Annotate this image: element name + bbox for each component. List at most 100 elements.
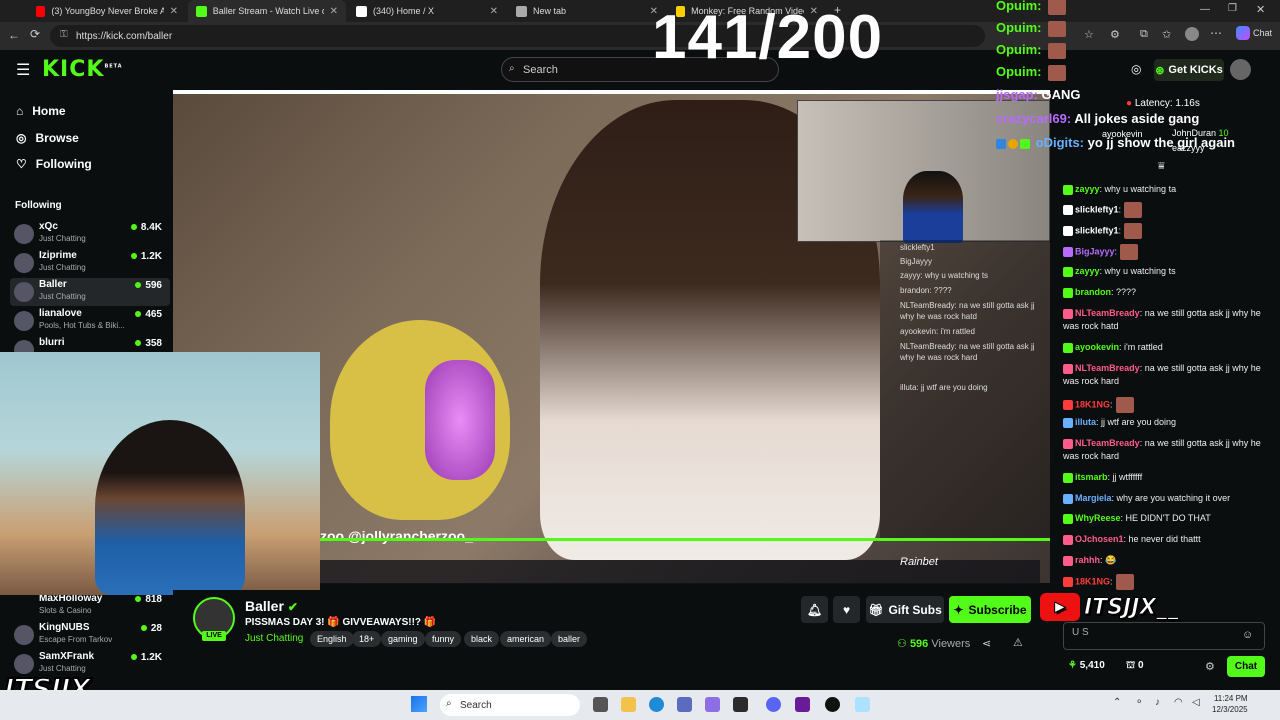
browser-tab[interactable]: (3) YoungBoy Never Broke Again ✕ <box>28 0 186 22</box>
tag[interactable]: american <box>500 631 552 647</box>
chat-username[interactable]: OJchosen1 <box>1075 534 1124 544</box>
chat-username[interactable]: 18K1NG <box>1075 576 1110 586</box>
chat-filter-icon[interactable]: ⩸ <box>1158 160 1165 173</box>
chat-message[interactable]: Margiela: why are you watching it over <box>1063 493 1230 504</box>
profile-avatar[interactable] <box>1185 27 1199 41</box>
gift-subs-button[interactable]: 🎁︎ Gift Subs <box>866 596 944 623</box>
chat-message[interactable]: NLTeamBready: na we still gotta ask jj w… <box>1063 437 1263 463</box>
copilot-icon[interactable] <box>1236 26 1250 40</box>
share-icon[interactable]: ⋖ <box>982 637 991 650</box>
collections-icon[interactable]: ⧉ <box>1140 28 1148 41</box>
chat-message[interactable]: OJchosen1: he never did thattt <box>1063 534 1201 545</box>
channel-name-row[interactable]: Baller ✔ <box>245 598 298 614</box>
tray-overflow-icon[interactable]: ⌃ <box>1113 697 1121 708</box>
app-icon[interactable] <box>733 697 748 712</box>
following-channel[interactable]: blurri 358 <box>10 336 170 352</box>
chat-username[interactable]: brandon <box>1075 287 1111 297</box>
browser-tab[interactable]: Baller Stream - Watch Live o ✕ <box>188 0 346 22</box>
following-channel[interactable]: KingNUBS Escape From Tarkov 28 <box>10 621 170 649</box>
chat-message[interactable]: WhyReese: HE DIDN'T DO THAT <box>1063 513 1211 524</box>
tag[interactable]: baller <box>551 631 588 647</box>
chat-message[interactable]: illuta: jj wtf are you doing <box>1063 417 1176 428</box>
chat-message[interactable]: zayyy: why u watching ta <box>1063 184 1176 195</box>
menu-icon[interactable]: ☰ <box>16 60 30 80</box>
chat-message[interactable]: itsmarb: jj wtffffff <box>1063 472 1142 483</box>
sidebar-item-following[interactable]: ♡ Following <box>16 157 92 171</box>
following-channel[interactable]: xQc Just Chatting 8.4K <box>10 220 170 248</box>
chat-message[interactable]: brandon: ???? <box>1063 287 1136 298</box>
taskbar-search[interactable]: ⌕ Search <box>440 694 580 716</box>
channel-points[interactable]: ⚘ 5,410 <box>1068 660 1105 671</box>
edge-icon[interactable] <box>649 697 664 712</box>
chat-message[interactable]: BigJayyy: <box>1063 244 1139 260</box>
chat-message[interactable]: 18K1NG: <box>1063 397 1134 413</box>
chat-username[interactable]: WhyReese <box>1075 513 1121 523</box>
obs-icon[interactable] <box>825 697 840 712</box>
notification-bell-button[interactable]: 🔔︎ <box>801 596 828 623</box>
refresh-icon[interactable]: ⟳ <box>30 27 40 41</box>
stream-category-link[interactable]: Just Chatting <box>245 633 303 644</box>
kicks-balance[interactable]: ⛫ 0 <box>1126 660 1144 673</box>
chat-username[interactable]: illuta <box>1075 417 1096 427</box>
favorites-icon[interactable]: ✩ <box>1162 28 1171 41</box>
kick-logo[interactable]: KICKBETA <box>42 57 123 82</box>
app-icon[interactable] <box>795 697 810 712</box>
report-icon[interactable]: ⚠ <box>1013 636 1023 649</box>
windows-start-icon[interactable] <box>411 696 427 712</box>
close-window-icon[interactable]: ✕ <box>1256 3 1265 16</box>
chat-message[interactable]: ayookevin: i'm rattled <box>1063 342 1163 353</box>
chat-message[interactable]: zayyy: why u watching ts <box>1063 266 1176 277</box>
tag[interactable]: gaming <box>381 631 425 647</box>
app-icon[interactable] <box>705 697 720 712</box>
chat-message[interactable]: NLTeamBready: na we still gotta ask jj w… <box>1063 362 1263 388</box>
volume-icon[interactable]: ◁ <box>1192 697 1200 708</box>
chat-username[interactable]: slicklefty1 <box>1075 204 1119 214</box>
file-explorer-icon[interactable] <box>621 697 636 712</box>
browser-tab[interactable]: (340) Home / X ✕ <box>348 0 506 22</box>
chat-settings-icon[interactable]: ⚙ <box>1205 660 1215 673</box>
chat-username[interactable]: NLTeamBready <box>1075 308 1140 318</box>
notifications-icon[interactable]: ◎ <box>1131 62 1141 76</box>
following-channel-active[interactable]: Baller Just Chatting 596 <box>10 278 170 306</box>
chat-message[interactable]: slicklefty1: <box>1063 223 1143 239</box>
back-icon[interactable]: ← <box>8 28 20 42</box>
chat-input[interactable]: U S <box>1063 622 1265 650</box>
user-avatar[interactable] <box>1230 59 1251 80</box>
tray-icon[interactable]: ⚬ <box>1135 697 1143 708</box>
chat-username[interactable]: NLTeamBready <box>1075 363 1140 373</box>
chat-username[interactable]: NLTeamBready <box>1075 438 1140 448</box>
app-icon[interactable] <box>855 697 870 712</box>
taskbar-clock[interactable]: 11:24 PM 12/3/2025 <box>1212 693 1248 715</box>
chat-username[interactable]: zayyy <box>1075 266 1100 276</box>
extensions-icon[interactable]: ⚙ <box>1110 28 1120 41</box>
following-channel[interactable]: Iziprime Just Chatting 1.2K <box>10 249 170 277</box>
subscribe-button[interactable]: ✦ Subscribe <box>949 596 1031 623</box>
close-tab-icon[interactable]: ✕ <box>330 6 338 17</box>
discord-icon[interactable] <box>766 697 781 712</box>
more-icon[interactable]: ⋯ <box>1210 26 1222 40</box>
chat-username[interactable]: 18K1NG <box>1075 399 1110 409</box>
chat-username[interactable]: ayookevin <box>1075 342 1119 352</box>
sidebar-item-home[interactable]: ⌂ Home <box>16 104 66 118</box>
chat-username[interactable]: rahhh <box>1075 555 1100 565</box>
following-channel[interactable]: MaxHolloway Slots & Casino 818 <box>10 592 170 620</box>
close-tab-icon[interactable]: ✕ <box>170 6 178 17</box>
chat-username[interactable]: itsmarb <box>1075 472 1108 482</box>
chat-username[interactable]: BigJayyy <box>1075 246 1115 256</box>
chat-username[interactable]: slicklefty1 <box>1075 225 1119 235</box>
send-chat-button[interactable]: Chat <box>1227 656 1265 677</box>
browser-tab[interactable]: New tab ✕ <box>508 0 666 22</box>
close-tab-icon[interactable]: ✕ <box>490 6 498 17</box>
chat-message[interactable]: rahhh: 😂 <box>1063 555 1116 566</box>
sidebar-item-browse[interactable]: ◎ Browse <box>16 131 79 145</box>
get-kicks-button[interactable]: ⊛ Get KICKs <box>1154 59 1224 81</box>
tag[interactable]: 18+ <box>352 631 382 647</box>
app-icon[interactable] <box>677 697 692 712</box>
chat-message[interactable]: NLTeamBready: na we still gotta ask jj w… <box>1063 307 1263 333</box>
chat-username[interactable]: Margiela <box>1075 493 1112 503</box>
minimize-icon[interactable]: — <box>1200 4 1210 15</box>
follow-heart-button[interactable]: ♥ <box>833 596 860 623</box>
task-view-icon[interactable] <box>593 697 608 712</box>
tag[interactable]: English <box>310 631 354 647</box>
emoji-icon[interactable]: ☺ <box>1242 629 1253 641</box>
